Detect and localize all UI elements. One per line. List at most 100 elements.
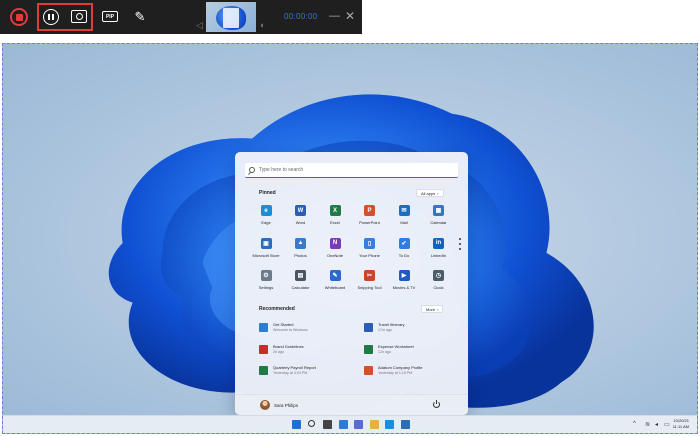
- app-powerpoint[interactable]: P PowerPoint: [355, 205, 385, 235]
- app-label: LinkedIn: [430, 252, 447, 258]
- search-icon[interactable]: [307, 420, 315, 427]
- pen-icon[interactable]: ✎: [133, 9, 147, 25]
- recommended-item[interactable]: Get Started Welcome to Windows: [259, 322, 308, 332]
- all-apps-button[interactable]: All apps ›: [416, 189, 444, 197]
- recommended-text: Brand Guidelines 2h ago: [273, 344, 304, 354]
- store-icon[interactable]: [400, 420, 410, 429]
- clock[interactable]: 10/20/21 11:11 AM: [673, 418, 689, 430]
- volume-icon[interactable]: ◁: [196, 20, 203, 31]
- clock-date: 11:11 AM: [672, 424, 689, 429]
- all-apps-label: All apps: [421, 190, 436, 196]
- pip-button[interactable]: PIP: [102, 11, 118, 22]
- to-do-icon: ✔: [398, 237, 410, 249]
- app-label: Whiteboard: [324, 285, 346, 290]
- recommended-text: Get Started Welcome to Windows: [273, 322, 308, 332]
- recommended-text: Expense Worksheet 12h ago: [378, 344, 414, 354]
- recorder-toolbar: PIP ✎ ◁ ◖ 00:00:00 — ✕: [0, 0, 362, 34]
- chevron-right-icon: ›: [437, 190, 439, 196]
- avatar[interactable]: [260, 400, 270, 410]
- linkedin-icon: in: [433, 237, 444, 249]
- pip-label: PIP: [105, 13, 115, 20]
- search-input[interactable]: Type here to search: [245, 163, 458, 178]
- taskbar: ^ ≋ ◂ ▭ 10/20/21 11:11 AM: [3, 415, 697, 433]
- app-label: Settings: [258, 285, 274, 290]
- settings-icon: ⚙: [260, 270, 272, 281]
- recommended-subtitle: 2h ago: [273, 349, 284, 354]
- app-snipping-tool[interactable]: ✂ Snipping Tool: [355, 270, 385, 300]
- document-icon: [259, 366, 268, 375]
- chat-icon[interactable]: [354, 420, 363, 429]
- recommended-name: Travel Itinerary: [378, 322, 405, 327]
- speaker-icon[interactable]: ◂: [655, 421, 658, 428]
- document-icon: [364, 344, 373, 354]
- wifi-icon[interactable]: ≋: [645, 421, 650, 428]
- recommended-name: Adatum Company Profile: [378, 365, 423, 370]
- preview-thumbnail[interactable]: [206, 2, 256, 32]
- battery-icon[interactable]: ▭: [664, 421, 670, 428]
- app-label: Word: [295, 220, 306, 225]
- app-calendar[interactable]: ▦ Calendar: [424, 205, 454, 235]
- recommended-name: Expense Worksheet: [378, 343, 414, 349]
- chevron-up-icon[interactable]: ^: [633, 421, 636, 427]
- recommended-name: Brand Guidelines: [273, 343, 304, 349]
- app-photos[interactable]: ▲ Photos: [286, 237, 316, 268]
- app-label: OneNote: [326, 252, 343, 258]
- recommended-item[interactable]: Quarterly Payroll Report Yesterday at 4:2…: [259, 365, 316, 375]
- word-icon: W: [295, 205, 306, 216]
- app-word[interactable]: W Word: [286, 205, 316, 235]
- app-movies-tv[interactable]: ▶ Movies & TV: [389, 270, 419, 300]
- app-settings[interactable]: ⚙ Settings: [251, 270, 281, 300]
- excel-icon: X: [329, 205, 341, 216]
- recommended-text: Adatum Company Profile Yesterday at 1:15 …: [378, 365, 422, 375]
- power-icon[interactable]: [433, 400, 440, 408]
- minimize-icon[interactable]: —: [329, 10, 340, 22]
- document-icon: [364, 323, 373, 332]
- app-clock[interactable]: ◷ Clock: [424, 270, 454, 300]
- recommended-subtitle: Yesterday at 1:15 PM: [378, 371, 413, 375]
- whiteboard-icon: ✎: [329, 270, 341, 281]
- app-your-phone[interactable]: ▯ Your Phone: [355, 237, 385, 268]
- recording-timer: 00:00:00: [284, 12, 318, 21]
- app-label: Calculator: [291, 285, 310, 290]
- more-label: More: [426, 306, 436, 312]
- app-microsoft-store[interactable]: ▣ Microsoft Store: [251, 237, 281, 268]
- page-dots-icon[interactable]: [459, 238, 461, 253]
- app-whiteboard[interactable]: ✎ Whiteboard: [320, 270, 350, 300]
- microphone-icon[interactable]: ◖: [259, 20, 264, 30]
- edge-icon[interactable]: [385, 420, 394, 429]
- app-label: Excel: [330, 220, 340, 225]
- calculator-icon: ▤: [295, 270, 306, 281]
- powerpoint-icon: P: [364, 205, 375, 216]
- document-icon: [259, 344, 268, 354]
- pinned-title: Pinned: [259, 190, 276, 196]
- recommended-item[interactable]: Adatum Company Profile Yesterday at 1:15 …: [364, 365, 422, 375]
- task-view-icon[interactable]: [323, 420, 332, 429]
- app-mail[interactable]: ✉ Mail: [389, 205, 419, 235]
- app-linkedin[interactable]: in LinkedIn: [424, 237, 454, 268]
- recommended-item[interactable]: Travel Itinerary 17m ago: [364, 322, 405, 332]
- app-excel[interactable]: X Excel: [320, 205, 350, 235]
- widgets-icon[interactable]: [338, 420, 348, 429]
- recommended-item[interactable]: Brand Guidelines 2h ago: [259, 344, 304, 354]
- start-icon[interactable]: [292, 420, 301, 429]
- start-menu: Type here to search Pinned All apps › e Ed…: [235, 152, 468, 415]
- recommended-title: Recommended: [259, 306, 295, 312]
- user-name[interactable]: Sara Philips: [274, 403, 298, 408]
- recommended-item[interactable]: Expense Worksheet 12h ago: [364, 344, 414, 354]
- app-calculator[interactable]: ▤ Calculator: [286, 270, 316, 300]
- app-onenote[interactable]: N OneNote: [320, 237, 350, 268]
- microsoft-store-icon: ▣: [260, 237, 272, 249]
- file-explorer-icon[interactable]: [369, 420, 379, 429]
- edge-icon: e: [260, 205, 272, 216]
- recommended-text: Quarterly Payroll Report Yesterday at 4:2…: [273, 365, 316, 375]
- photos-icon: ▲: [295, 237, 306, 249]
- more-button[interactable]: More ›: [421, 305, 444, 313]
- close-icon[interactable]: ✕: [345, 9, 355, 23]
- search-icon: [249, 167, 255, 173]
- pause-icon[interactable]: [43, 9, 59, 25]
- camera-icon[interactable]: [71, 10, 87, 23]
- app-to-do[interactable]: ✔ To Do: [389, 237, 419, 268]
- record-stop-icon[interactable]: [10, 8, 28, 26]
- app-edge[interactable]: e Edge: [251, 205, 281, 235]
- recommended-subtitle: Welcome to Windows: [273, 328, 308, 332]
